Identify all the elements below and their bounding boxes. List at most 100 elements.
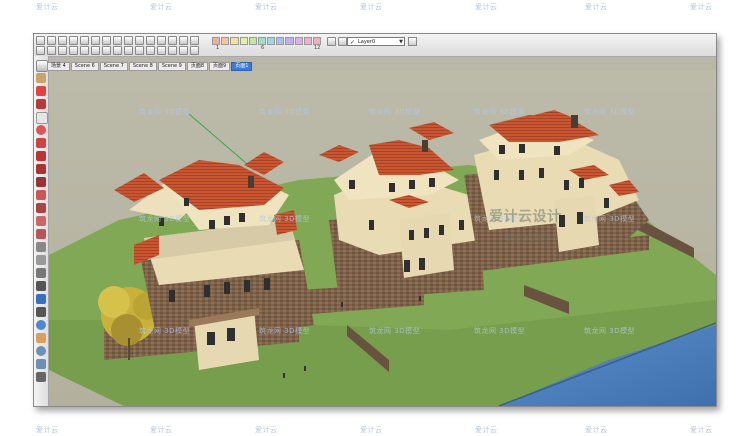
watermark-bottom-4: 爱计云 bbox=[360, 426, 383, 434]
layer-manager-icon[interactable] bbox=[408, 37, 417, 46]
orbit-tool-icon[interactable] bbox=[36, 320, 46, 330]
watermark-13: 筑龙网 3D模型 bbox=[474, 327, 526, 335]
model-viewport[interactable] bbox=[49, 70, 716, 406]
pencil-icon[interactable] bbox=[36, 86, 46, 96]
rectangle-icon[interactable] bbox=[80, 36, 89, 45]
pan-tool-icon[interactable] bbox=[36, 333, 46, 343]
zoom-window-tool-icon[interactable] bbox=[36, 359, 46, 369]
scene-tabs: 场景 4 Scene 6 Scene 7 Scene 8 Scene 9 页面8… bbox=[47, 62, 253, 71]
watermark-9: 筑龙网 3D模型 bbox=[584, 215, 636, 223]
pan-icon[interactable] bbox=[47, 46, 56, 55]
iso-view-icon[interactable] bbox=[91, 46, 100, 55]
tab-scene-8[interactable]: Scene 8 bbox=[128, 62, 157, 71]
tab-page-8[interactable]: 页面8 bbox=[186, 62, 209, 71]
watermark-top-7: 爱计云 bbox=[690, 3, 713, 11]
ruler-number-1: 1 bbox=[216, 45, 220, 51]
watermark-5: 筑龙网 3D模型 bbox=[584, 108, 636, 116]
ruler-number-6: 6 bbox=[261, 45, 265, 51]
watermark-bottom-6: 爱计云 bbox=[585, 426, 608, 434]
xray-icon[interactable] bbox=[157, 46, 166, 55]
watermark-center-small: 专业3D资料 bbox=[504, 234, 556, 244]
arc-tool-icon[interactable] bbox=[36, 138, 46, 148]
watermark-4: 筑龙网 3D模型 bbox=[474, 108, 526, 116]
watermark-top-5: 爱计云 bbox=[475, 3, 498, 11]
watermark-bottom-7: 爱计云 bbox=[690, 426, 713, 434]
layer-dropdown[interactable]: ✓ Layer0 ▼ bbox=[347, 37, 405, 46]
chevron-down-icon: ▼ bbox=[399, 39, 403, 45]
zoom-icon[interactable] bbox=[58, 46, 67, 55]
follow-me-tool-icon[interactable] bbox=[36, 203, 46, 213]
arc-icon[interactable] bbox=[102, 36, 111, 45]
watermark-bottom-2: 爱计云 bbox=[150, 426, 173, 434]
scale-icon[interactable] bbox=[146, 36, 155, 45]
scale-tool-icon[interactable] bbox=[36, 216, 46, 226]
watermark-1: 筑龙网 3D模型 bbox=[139, 108, 191, 116]
shadow-time-ruler[interactable] bbox=[212, 37, 322, 45]
sketchup-window: 1 6 12 ✓ Layer0 ▼ 场景 4 Scene 6 Scene 7 S… bbox=[33, 33, 717, 407]
back-view-icon[interactable] bbox=[135, 46, 144, 55]
tab-page-1[interactable]: 页面1 bbox=[231, 62, 253, 71]
dimension-tool-icon[interactable] bbox=[36, 255, 46, 265]
component-icon[interactable] bbox=[36, 73, 46, 83]
left-tool-palette bbox=[34, 56, 49, 406]
freehand-icon[interactable] bbox=[36, 99, 46, 109]
rotate-tool-icon[interactable] bbox=[36, 190, 46, 200]
watermark-top-3: 爱计云 bbox=[255, 3, 278, 11]
tape-measure-tool-icon[interactable] bbox=[36, 242, 46, 252]
zoom-extents-icon[interactable] bbox=[80, 46, 89, 55]
move-tool-icon[interactable] bbox=[36, 164, 46, 174]
polygon-tool-icon[interactable] bbox=[36, 151, 46, 161]
zoom-tool-icon[interactable] bbox=[36, 346, 46, 356]
watermark-7: 筑龙网 3D模型 bbox=[259, 215, 311, 223]
3d-text-tool-icon[interactable] bbox=[36, 307, 46, 317]
tab-page-9[interactable]: 页面9 bbox=[209, 62, 231, 71]
toolbar-buttons bbox=[36, 36, 199, 55]
rotate-icon[interactable] bbox=[135, 36, 144, 45]
watermark-3: 筑龙网 3D模型 bbox=[369, 108, 421, 116]
eraser-icon[interactable] bbox=[58, 36, 67, 45]
follow-me-icon[interactable] bbox=[157, 36, 166, 45]
fog-toggle-icon[interactable] bbox=[338, 37, 347, 46]
watermark-12: 筑龙网 3D模型 bbox=[369, 327, 421, 335]
tab-scene-7[interactable]: Scene 7 bbox=[99, 62, 128, 71]
watermark-2: 筑龙网 3D模型 bbox=[259, 108, 311, 116]
select-tool-icon[interactable] bbox=[36, 36, 45, 45]
shadows-toggle-icon[interactable] bbox=[327, 37, 336, 46]
watermark-bottom-1: 爱计云 bbox=[36, 426, 59, 434]
watermark-6: 筑龙网 3D模型 bbox=[139, 215, 191, 223]
watermark-10: 筑龙网 3D模型 bbox=[139, 327, 191, 335]
offset-tool-icon[interactable] bbox=[36, 229, 46, 239]
push-pull-tool-icon[interactable] bbox=[36, 177, 46, 187]
left-view-icon[interactable] bbox=[146, 46, 155, 55]
protractor-tool-icon[interactable] bbox=[36, 268, 46, 278]
push-pull-icon[interactable] bbox=[113, 36, 122, 45]
rectangle-tool-icon[interactable] bbox=[36, 112, 48, 124]
watermark-top-1: 爱计云 bbox=[36, 3, 59, 11]
wireframe-icon[interactable] bbox=[168, 46, 177, 55]
right-view-icon[interactable] bbox=[124, 46, 133, 55]
watermark-top-6: 爱计云 bbox=[585, 3, 608, 11]
tab-scene-9[interactable]: Scene 9 bbox=[157, 62, 186, 71]
make-component-icon[interactable] bbox=[47, 36, 56, 45]
front-view-icon[interactable] bbox=[113, 46, 122, 55]
axes-tool-icon[interactable] bbox=[36, 294, 46, 304]
protractor-icon[interactable] bbox=[190, 36, 199, 45]
shaded-icon[interactable] bbox=[179, 46, 188, 55]
watermark-top-2: 爱计云 bbox=[150, 3, 173, 11]
tape-measure-icon[interactable] bbox=[179, 36, 188, 45]
ruler-number-12: 12 bbox=[314, 45, 321, 51]
circle-icon[interactable] bbox=[91, 36, 100, 45]
tab-scene-4[interactable]: 场景 4 bbox=[47, 62, 70, 71]
tab-scene-6[interactable]: Scene 6 bbox=[70, 62, 99, 71]
watermark-bottom-3: 爱计云 bbox=[255, 426, 278, 434]
paint-bucket-icon[interactable] bbox=[69, 36, 78, 45]
move-icon[interactable] bbox=[124, 36, 133, 45]
text-tool-icon[interactable] bbox=[36, 281, 46, 291]
offset-icon[interactable] bbox=[168, 36, 177, 45]
top-view-icon[interactable] bbox=[102, 46, 111, 55]
orbit-icon[interactable] bbox=[36, 46, 45, 55]
position-camera-icon[interactable] bbox=[36, 372, 46, 382]
zoom-window-icon[interactable] bbox=[69, 46, 78, 55]
textured-icon[interactable] bbox=[190, 46, 199, 55]
circle-tool-icon[interactable] bbox=[36, 125, 46, 135]
